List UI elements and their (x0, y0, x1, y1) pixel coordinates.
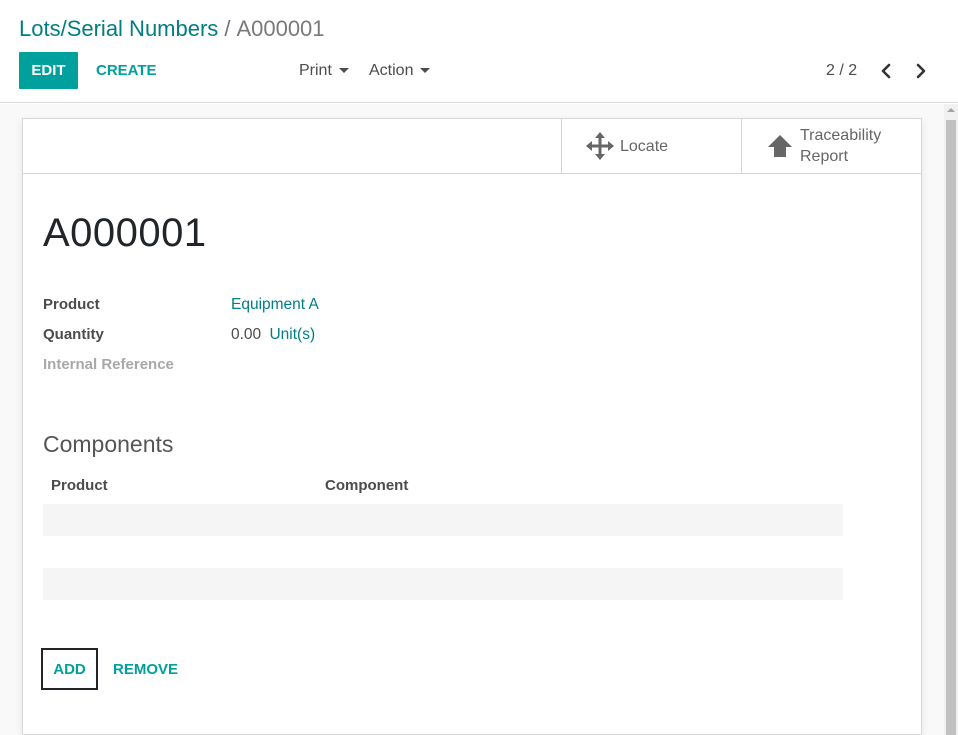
pager-next-button[interactable] (909, 52, 933, 89)
edit-button[interactable]: EDIT (19, 52, 78, 89)
locate-label: Locate (620, 137, 669, 155)
quantity-field-label: Quantity (43, 326, 104, 343)
internal-reference-label: Internal Reference (43, 356, 174, 373)
components-table-header: Product Component (43, 477, 843, 505)
traceability-label-line2: Report (800, 148, 849, 165)
add-button[interactable]: ADD (41, 648, 98, 690)
traceability-report-label: Traceability Report (800, 125, 881, 167)
pager-previous-button[interactable] (874, 52, 898, 89)
scroll-up-arrow-icon[interactable] (947, 108, 955, 112)
breadcrumb-separator: / (224, 16, 231, 41)
print-dropdown-label: Print (299, 61, 332, 79)
quantity-uom-link[interactable]: Unit(s) (269, 326, 315, 343)
scrollbar-thumb[interactable] (946, 120, 956, 735)
breadcrumb-current: A000001 (236, 16, 325, 41)
column-header-product[interactable]: Product (51, 477, 108, 494)
action-dropdown[interactable]: Action (369, 52, 431, 89)
quantity-number: 0.00 (231, 326, 262, 343)
chevron-right-icon (916, 63, 926, 78)
create-button[interactable]: CREATE (86, 52, 167, 89)
breadcrumb-parent-link[interactable]: Lots/Serial Numbers (19, 16, 218, 41)
locate-button[interactable]: Locate (561, 119, 741, 173)
pager-value[interactable]: 2 / 2 (826, 52, 857, 89)
product-field-label: Product (43, 296, 100, 313)
table-row (43, 568, 843, 600)
chevron-left-icon (881, 63, 891, 78)
quantity-field-value: 0.00 Unit(s) (231, 326, 315, 344)
components-section-title: Components (43, 431, 174, 457)
arrow-up-icon (760, 133, 800, 159)
arrows-move-icon (580, 131, 620, 161)
record-title: A000001 (43, 211, 207, 255)
print-dropdown[interactable]: Print (299, 52, 349, 89)
caret-down-icon (338, 68, 349, 73)
smart-button-box: Locate Traceability Report (23, 119, 921, 174)
product-field-value[interactable]: Equipment A (231, 296, 319, 314)
action-dropdown-label: Action (369, 61, 414, 79)
breadcrumb: Lots/Serial Numbers / A000001 (19, 15, 325, 43)
table-row (43, 504, 843, 536)
remove-button[interactable]: REMOVE (113, 648, 178, 690)
form-sheet: Locate Traceability Report A000001 Produ… (22, 118, 922, 735)
control-panel: Lots/Serial Numbers / A000001 EDIT CREATE … (0, 0, 958, 103)
traceability-label-line1: Traceability (800, 127, 882, 144)
table-row (43, 536, 843, 568)
traceability-report-button[interactable]: Traceability Report (741, 119, 921, 173)
caret-down-icon (420, 68, 431, 73)
column-header-component[interactable]: Component (325, 477, 408, 494)
